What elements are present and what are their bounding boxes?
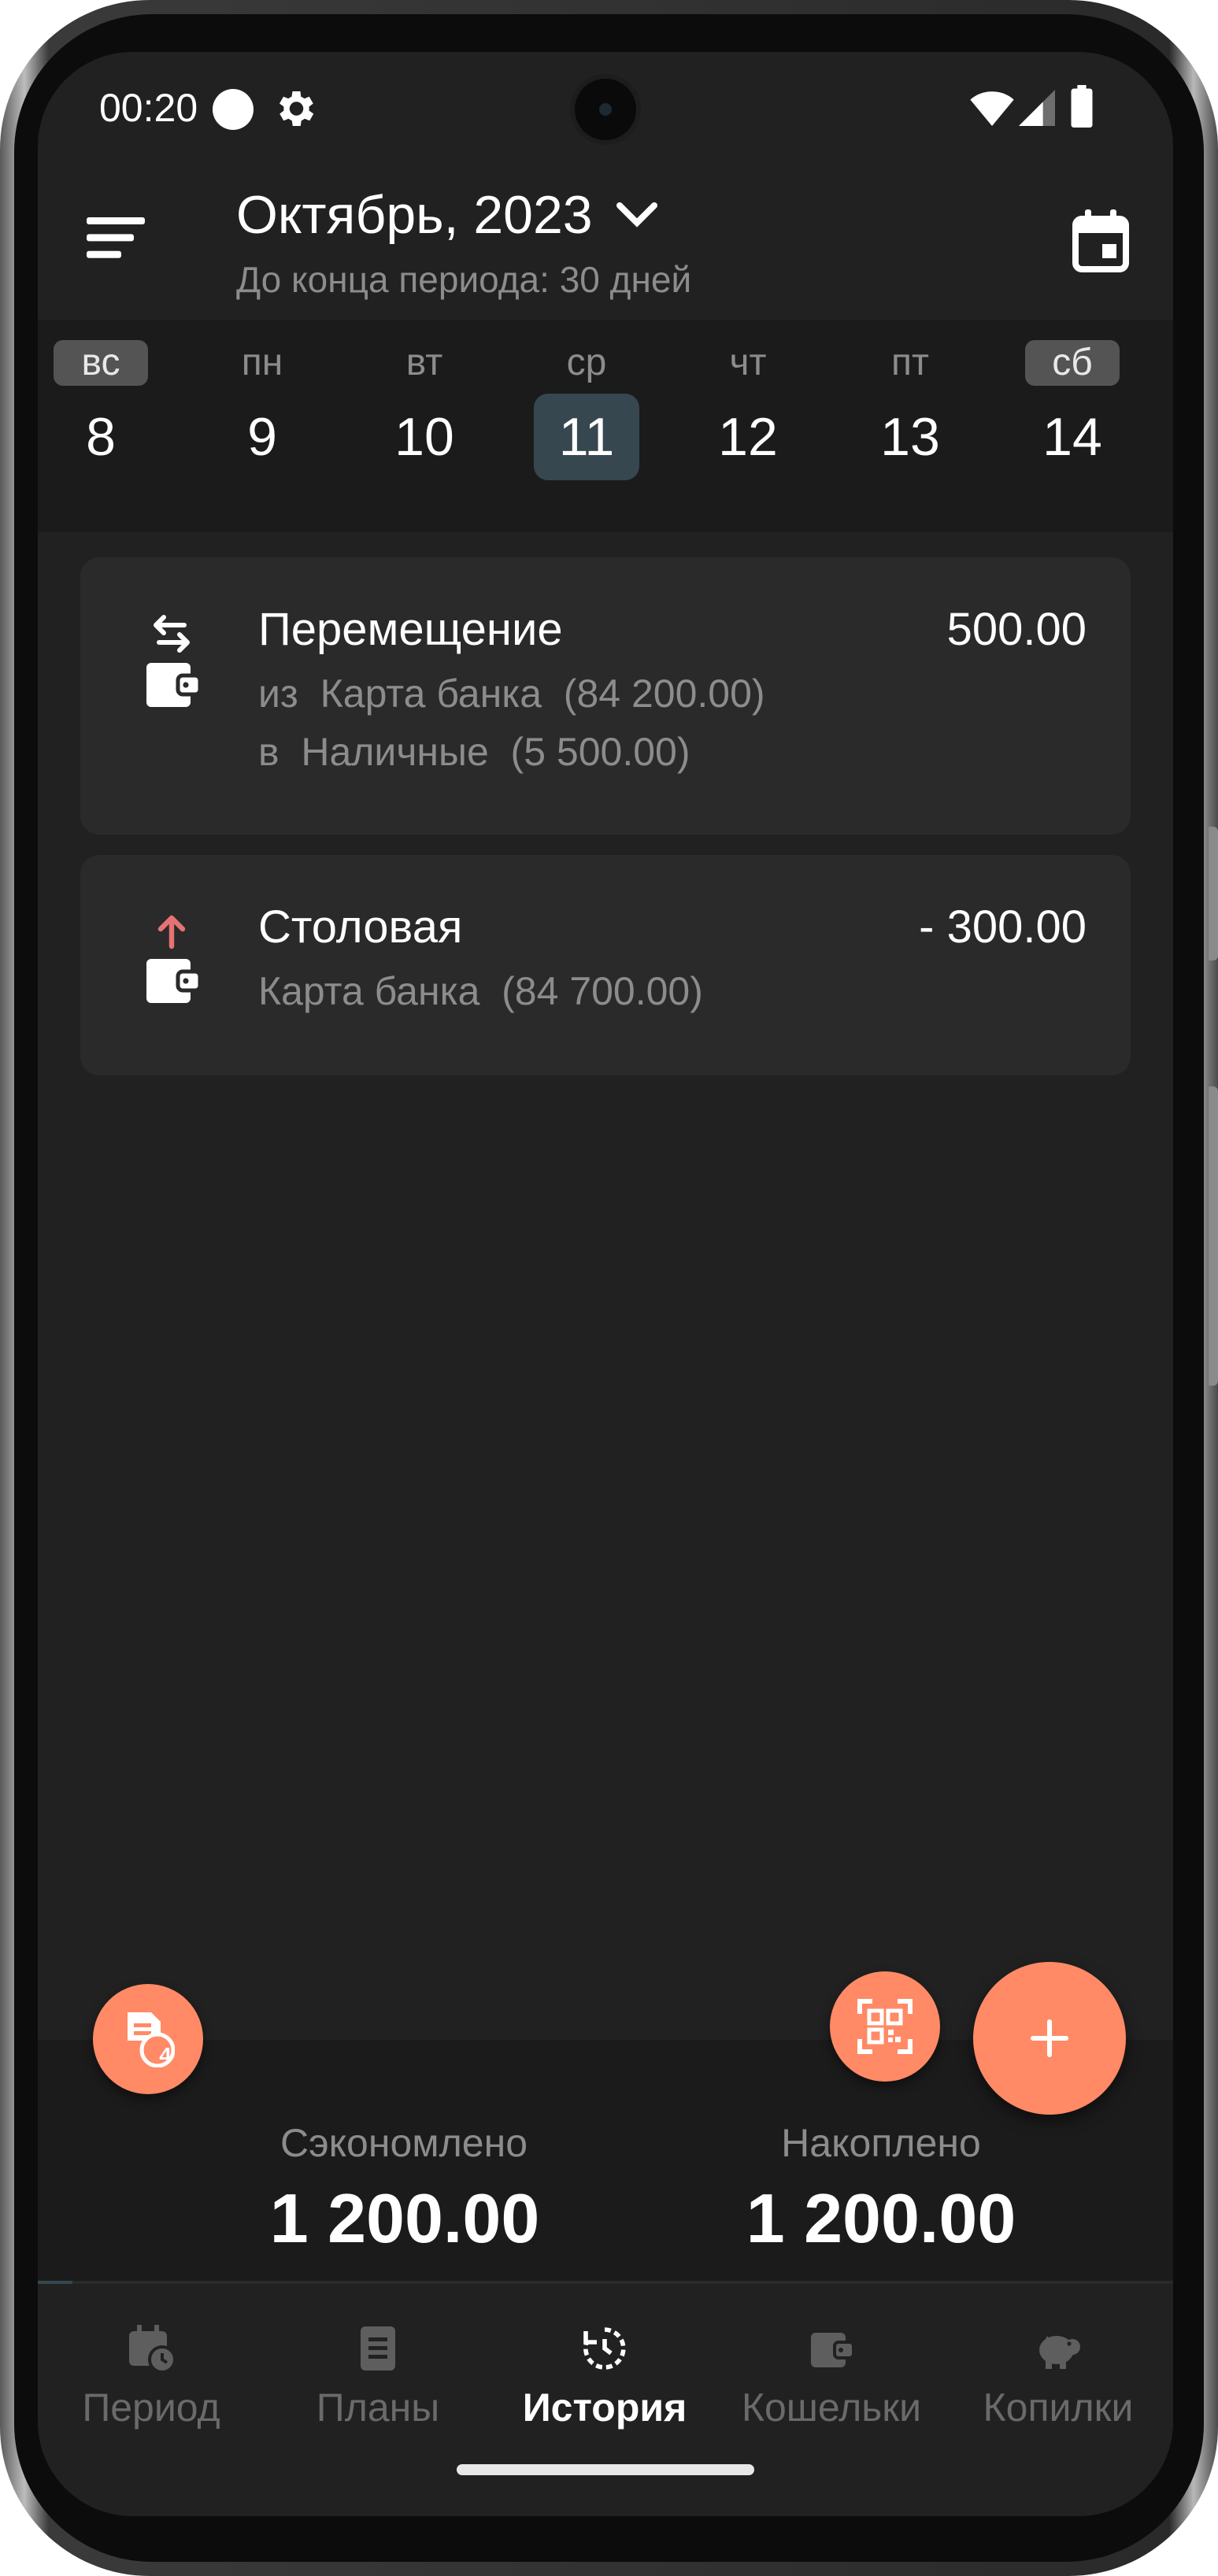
notification-dot-icon xyxy=(213,89,254,130)
tab-label: Планы xyxy=(316,2385,440,2430)
day-number: 14 xyxy=(1042,407,1102,467)
day-friday[interactable]: пт 13 xyxy=(855,320,965,532)
qr-scan-icon xyxy=(857,1999,913,2054)
bottom-navigation: Период Планы История Кошельки Копилки xyxy=(38,2284,1173,2481)
accumulated-value: 1 200.00 xyxy=(746,2179,1016,2257)
chevron-down-icon xyxy=(616,202,657,228)
battery-icon xyxy=(1071,85,1093,128)
period-selector[interactable]: Октябрь, 2023 xyxy=(236,184,659,246)
day-number: 9 xyxy=(247,407,277,467)
tab-wallets[interactable]: Кошельки xyxy=(718,2284,945,2441)
qr-scan-button[interactable] xyxy=(830,1971,940,2082)
transaction-amount: - 300.00 xyxy=(919,901,1087,953)
day-name: вт xyxy=(405,342,443,383)
day-tuesday[interactable]: вт 10 xyxy=(369,320,479,532)
notes-button[interactable]: 4 xyxy=(93,1984,203,2094)
volume-button xyxy=(1209,827,1218,960)
period-remaining: До конца периода: 30 дней xyxy=(236,259,692,300)
tab-label: История xyxy=(522,2385,687,2430)
transaction-card[interactable]: Перемещение 500.00 из Карта банка (84 20… xyxy=(80,557,1131,835)
status-bar: 00:20 xyxy=(38,52,1173,170)
week-strip: вс 8 пн 9 вт 10 ср 11 чт 12 пт 13 сб 14 xyxy=(38,320,1173,532)
day-name: пн xyxy=(241,342,283,383)
day-name: вс xyxy=(54,340,148,386)
wallet-transfer-icon xyxy=(146,615,202,707)
menu-icon[interactable] xyxy=(87,217,145,258)
transaction-card[interactable]: Столовая - 300.00 Карта банка (84 700.00… xyxy=(80,855,1131,1075)
tab-plans[interactable]: Планы xyxy=(265,2284,491,2441)
transaction-title: Перемещение xyxy=(258,604,563,655)
transaction-amount: 500.00 xyxy=(946,604,1087,655)
add-transaction-button[interactable] xyxy=(973,1962,1126,2115)
settings-gear-icon xyxy=(280,91,314,126)
piggy-bank-icon xyxy=(1039,2336,1080,2369)
phone-frame: 00:20 Октябрь, 2023 До конца периода: 30… xyxy=(0,0,1218,2576)
day-monday[interactable]: пн 9 xyxy=(207,320,317,532)
transaction-from: из Карта банка (84 200.00) xyxy=(258,672,765,716)
wallet-icon xyxy=(811,2333,855,2367)
period-title: Октябрь, 2023 xyxy=(236,185,593,245)
wallet-expense-icon xyxy=(146,915,202,1003)
transaction-to: в Наличные (5 500.00) xyxy=(258,730,690,774)
cell-signal-icon xyxy=(1019,90,1055,126)
tab-label: Кошельки xyxy=(741,2385,922,2430)
transaction-title: Столовая xyxy=(258,901,463,953)
calendar-clock-icon xyxy=(129,2325,175,2372)
wifi-icon xyxy=(970,91,1014,126)
tab-piggy-banks[interactable]: Копилки xyxy=(945,2284,1172,2441)
day-saturday[interactable]: сб 14 xyxy=(1017,320,1127,532)
day-number: 10 xyxy=(394,407,454,467)
history-icon xyxy=(583,2327,626,2370)
day-number: 12 xyxy=(718,407,778,467)
day-number: 11 xyxy=(534,394,639,480)
transaction-account: Карта банка (84 700.00) xyxy=(258,969,703,1013)
home-indicator[interactable] xyxy=(457,2464,754,2475)
day-name: пт xyxy=(891,342,929,383)
notes-badge: 4 xyxy=(159,2043,172,2067)
saved-label: Сэкономлено xyxy=(280,2121,528,2165)
tab-label: Копилки xyxy=(983,2385,1134,2430)
app-screen: 00:20 Октябрь, 2023 До конца периода: 30… xyxy=(38,52,1173,2516)
plus-icon xyxy=(1031,2019,1068,2057)
saved-value: 1 200.00 xyxy=(269,2179,540,2257)
calendar-icon[interactable] xyxy=(1072,209,1129,272)
tab-history[interactable]: История xyxy=(491,2284,718,2441)
day-wednesday[interactable]: ср 11 xyxy=(531,320,642,532)
accumulated-label: Накоплено xyxy=(781,2121,981,2165)
day-name: ср xyxy=(566,342,607,383)
day-name: чт xyxy=(729,342,767,383)
front-camera xyxy=(570,74,641,145)
day-thursday[interactable]: чт 12 xyxy=(693,320,803,532)
day-sunday[interactable]: вс 8 xyxy=(46,320,156,532)
day-number: 8 xyxy=(86,407,116,467)
power-button xyxy=(1209,1086,1218,1386)
tab-label: Период xyxy=(82,2385,220,2430)
day-name: сб xyxy=(1025,340,1120,386)
status-time: 00:20 xyxy=(99,86,198,130)
tab-period[interactable]: Период xyxy=(38,2284,265,2441)
day-number: 13 xyxy=(880,407,940,467)
document-icon xyxy=(361,2326,395,2371)
